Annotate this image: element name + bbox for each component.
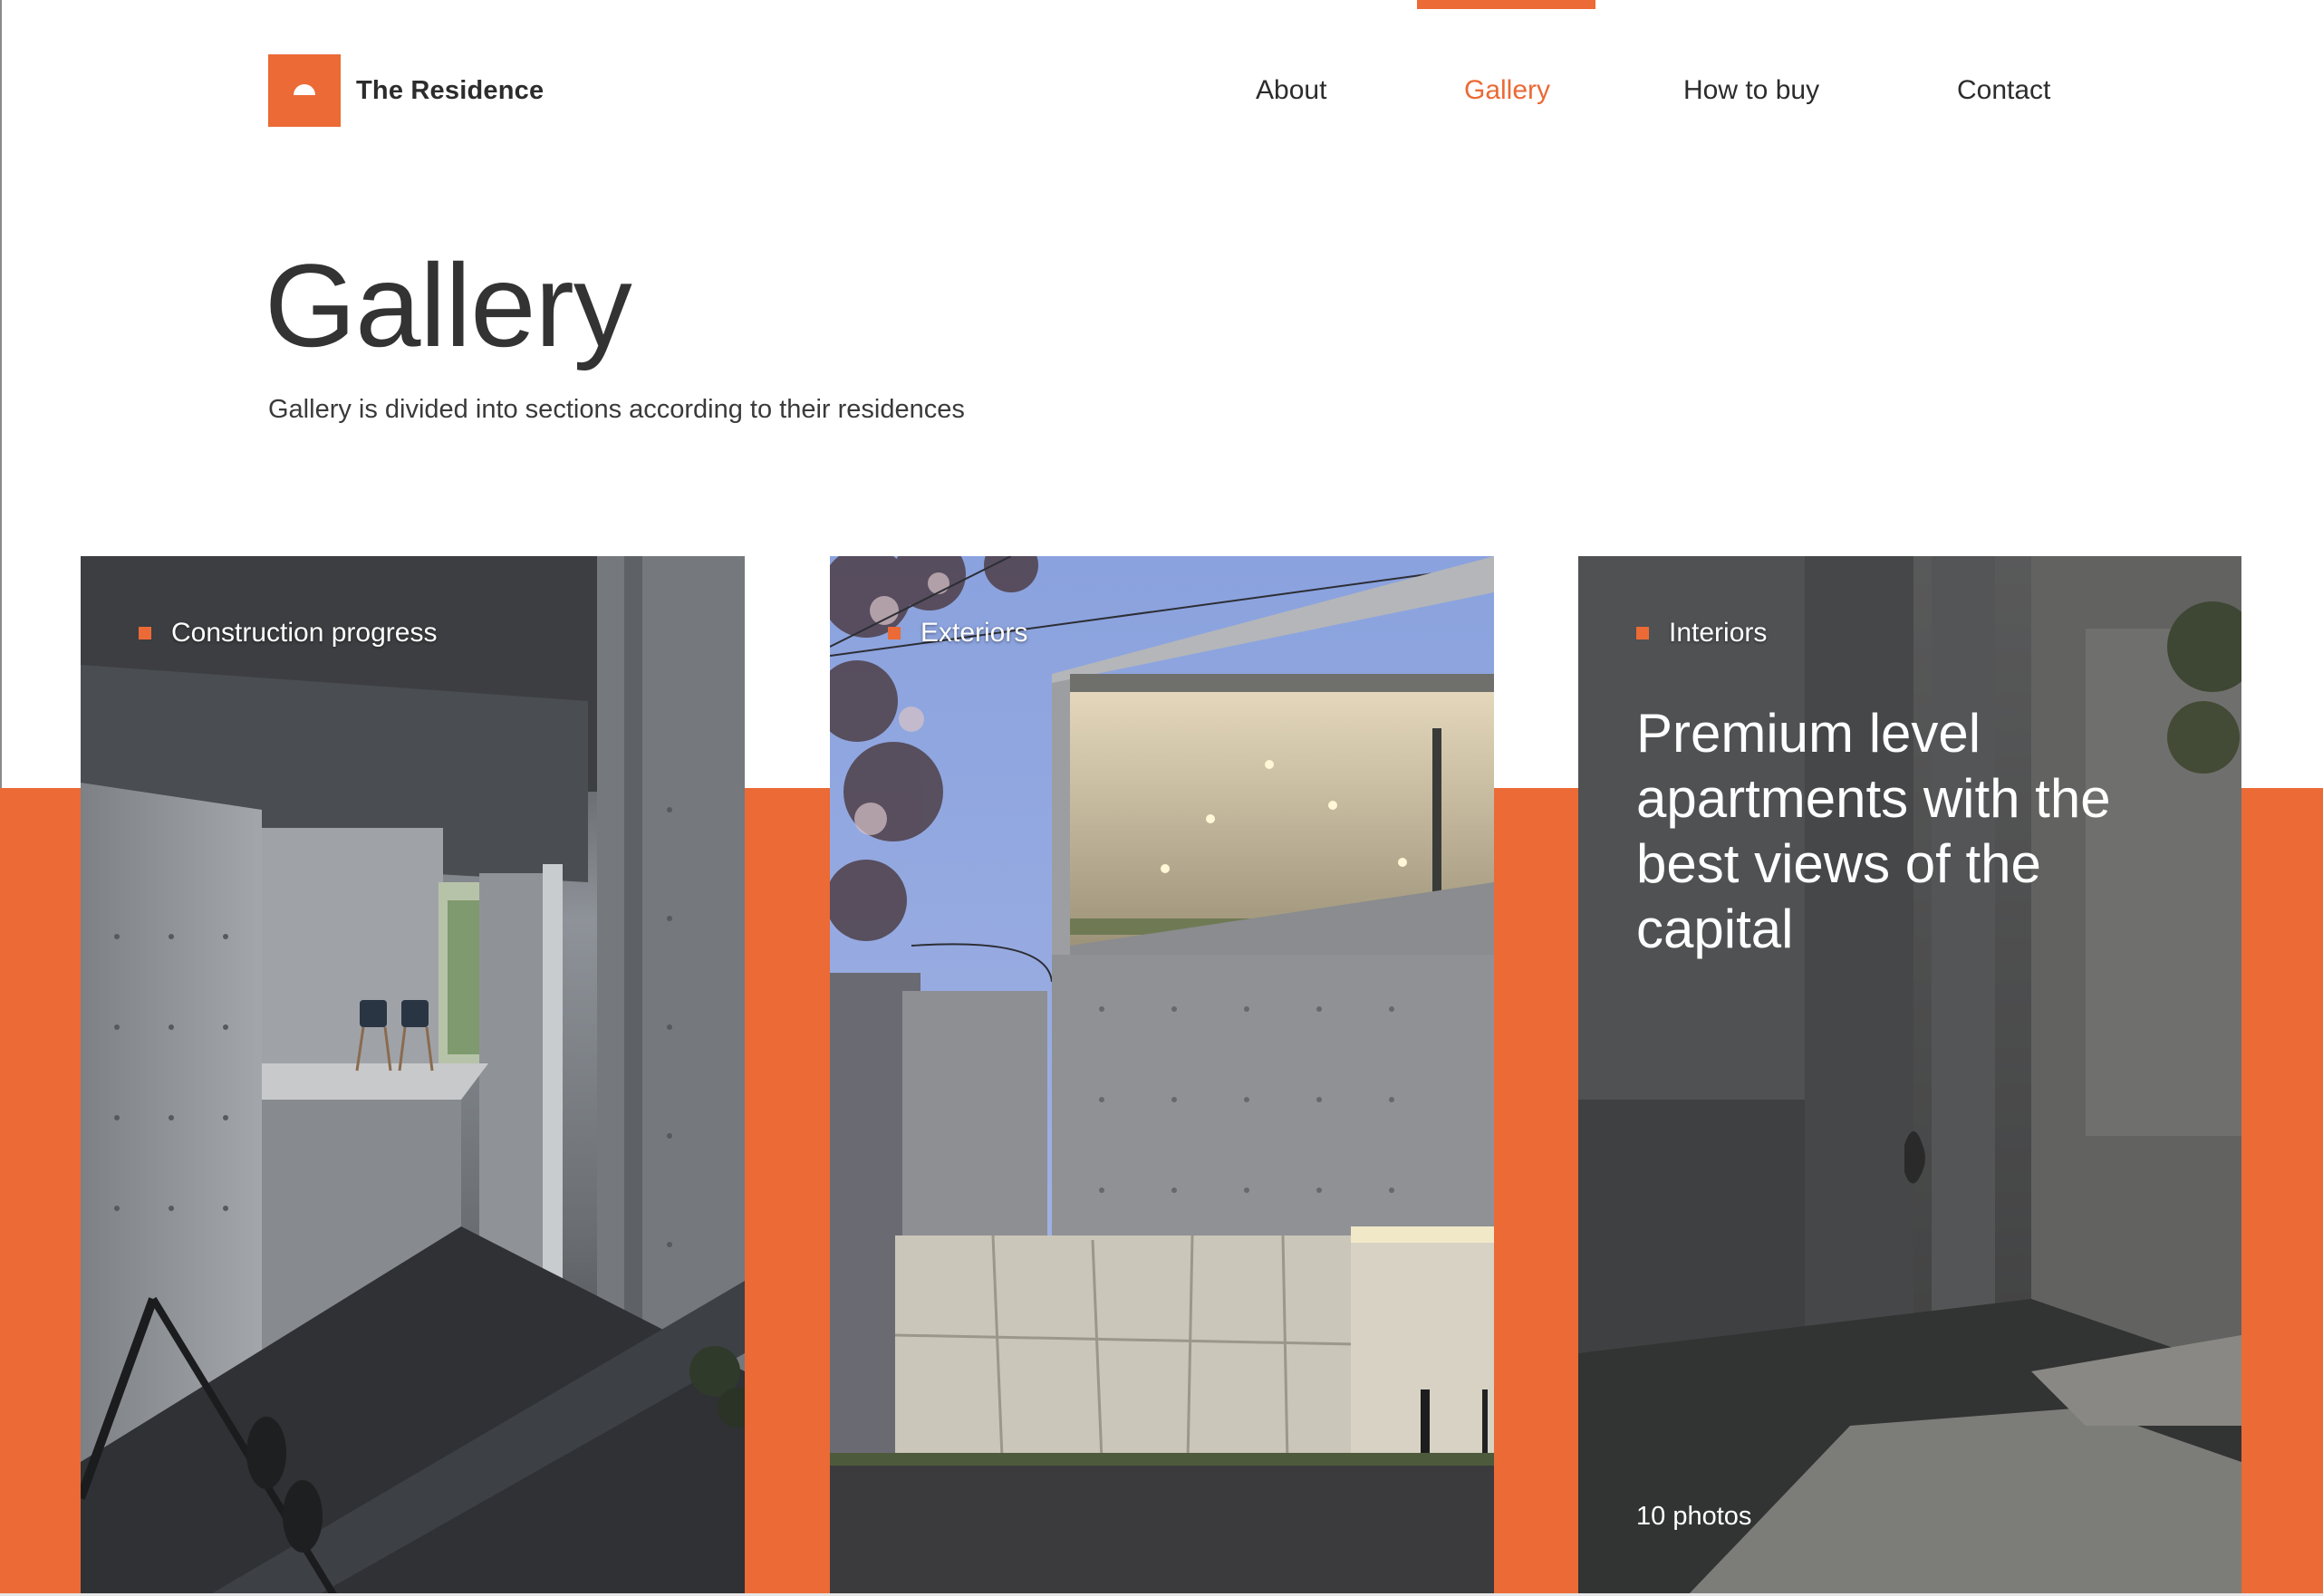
nav-item-contact[interactable]: Contact bbox=[1957, 75, 2050, 106]
page-subtitle: Gallery is divided into sections accordi… bbox=[268, 395, 965, 424]
interiors-photo-count: 10 photos bbox=[1636, 1502, 1752, 1531]
gallery-card-construction[interactable]: Construction progress bbox=[81, 556, 745, 1596]
card-title-construction: Construction progress bbox=[171, 618, 438, 648]
nav-item-gallery[interactable]: Gallery bbox=[1464, 75, 1550, 106]
card-label-construction: Construction progress bbox=[139, 618, 437, 649]
nav-item-how-to-buy[interactable]: How to buy bbox=[1683, 75, 1819, 106]
gallery-card-interiors[interactable]: Interiors Premium level apartments with … bbox=[1578, 556, 2241, 1596]
card-label-interiors: Interiors bbox=[1636, 618, 1767, 649]
square-bullet-icon bbox=[1636, 627, 1649, 639]
main-nav: About Gallery How to buy Contact bbox=[0, 0, 2323, 127]
construction-photo bbox=[81, 556, 745, 1596]
nav-item-about[interactable]: About bbox=[1256, 75, 1326, 106]
card-label-exteriors: Exteriors bbox=[888, 618, 1027, 649]
gallery-card-exteriors[interactable]: Exteriors bbox=[830, 556, 1494, 1596]
exteriors-photo bbox=[830, 556, 1494, 1596]
square-bullet-icon bbox=[888, 627, 901, 639]
card-title-exteriors: Exteriors bbox=[921, 618, 1028, 648]
nav-active-indicator bbox=[1417, 0, 1595, 9]
card-title-interiors: Interiors bbox=[1669, 618, 1768, 648]
interiors-headline: Premium level apartments with the best v… bbox=[1636, 703, 2111, 959]
page-title: Gallery bbox=[265, 239, 632, 371]
square-bullet-icon bbox=[139, 627, 151, 639]
